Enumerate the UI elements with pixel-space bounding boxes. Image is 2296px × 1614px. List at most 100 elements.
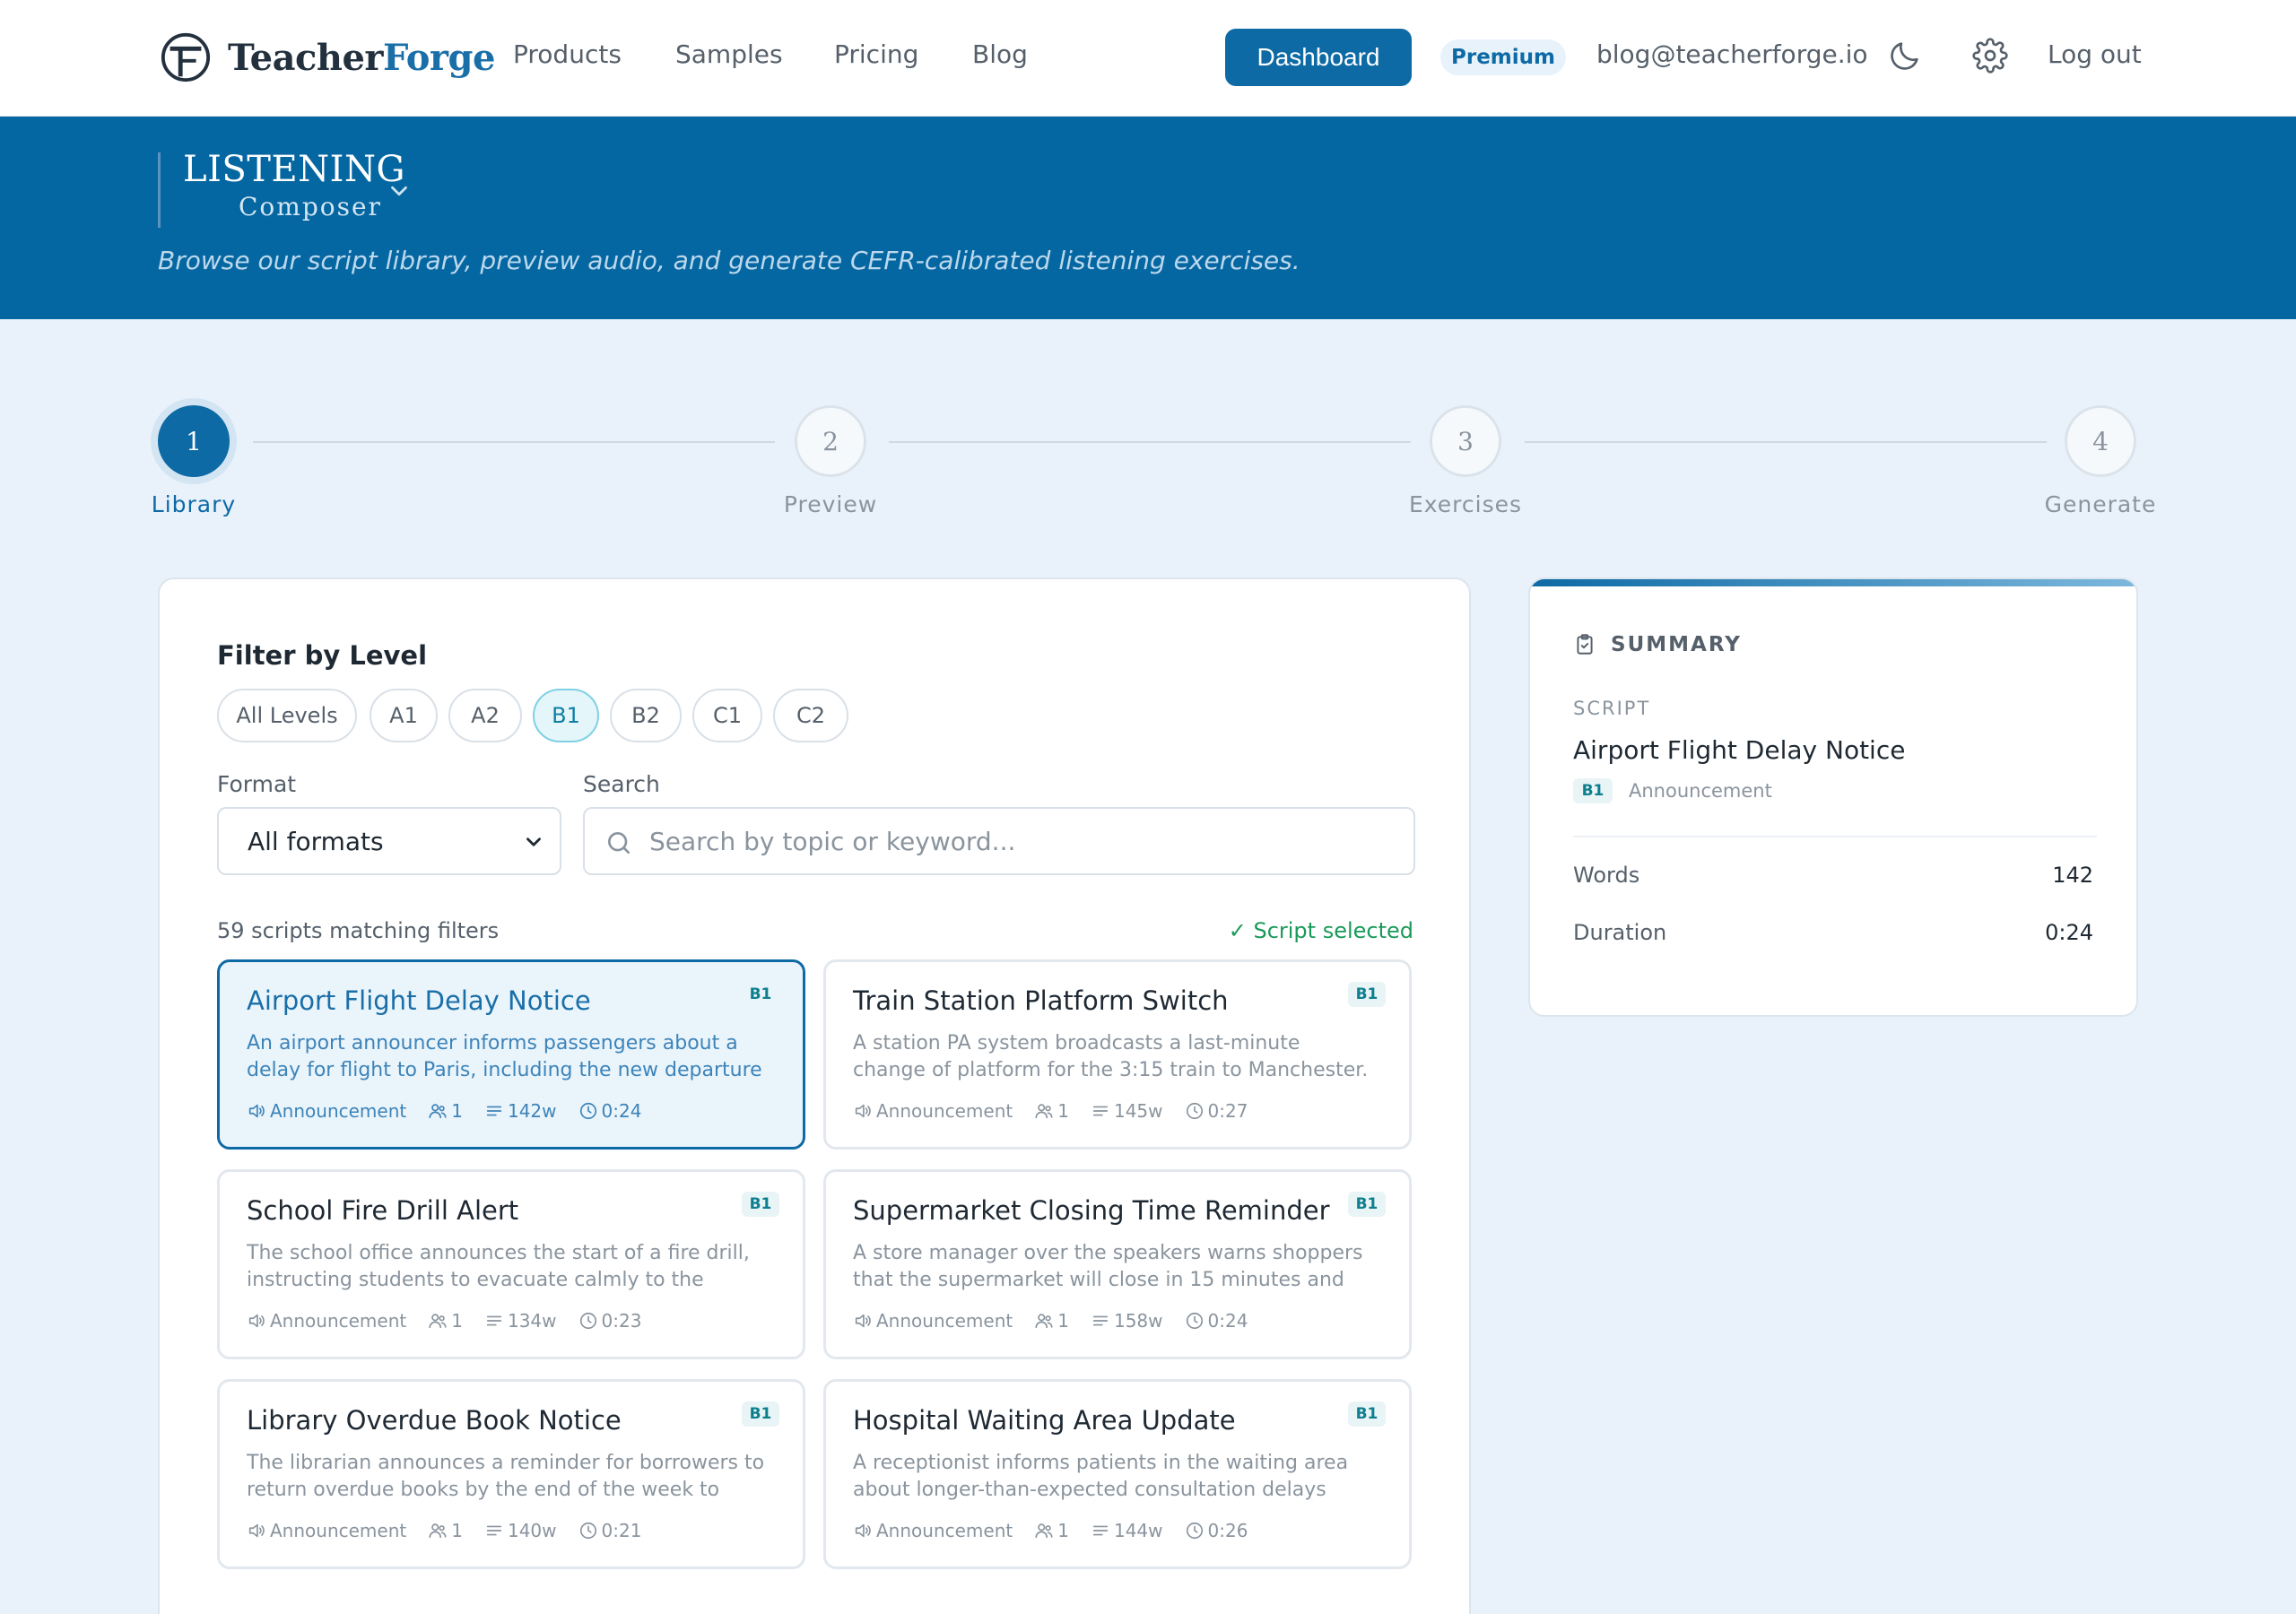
gear-icon[interactable] bbox=[1972, 38, 2008, 74]
summary-header: SUMMARY bbox=[1573, 633, 1742, 656]
step-3-label: Exercises bbox=[1408, 491, 1523, 517]
script-card-format-text: Announcement bbox=[876, 1520, 1013, 1541]
level-chip-a2[interactable]: A2 bbox=[448, 689, 522, 742]
text-lines-icon bbox=[486, 1525, 502, 1536]
step-2-circle[interactable]: 2 bbox=[795, 405, 866, 477]
clock-icon bbox=[1186, 1102, 1203, 1120]
step-1-circle[interactable]: 1 bbox=[158, 405, 230, 477]
users-icon bbox=[1035, 1104, 1053, 1119]
step-3-circle[interactable]: 3 bbox=[1430, 405, 1501, 477]
speaker-icon bbox=[855, 1104, 871, 1118]
script-card-title: Train Station Platform Switch bbox=[853, 985, 1229, 1016]
script-card[interactable]: Library Overdue Book Notice B1 The librari… bbox=[217, 1379, 805, 1569]
script-card-duration-text: 0:27 bbox=[1207, 1100, 1248, 1122]
search-icon bbox=[608, 832, 630, 854]
script-card-level-badge: B1 bbox=[1348, 982, 1386, 1007]
clock-icon bbox=[579, 1522, 596, 1540]
script-card-speakers: 1 bbox=[1034, 1520, 1069, 1541]
level-chip-b2[interactable]: B2 bbox=[610, 689, 682, 742]
level-chip-a1[interactable]: A1 bbox=[370, 689, 438, 742]
clock-icon bbox=[1186, 1312, 1203, 1330]
format-select[interactable]: All formats bbox=[217, 807, 561, 875]
search-placeholder: Search by topic or keyword... bbox=[649, 827, 1016, 856]
summary-format: Announcement bbox=[1629, 780, 1772, 802]
script-card[interactable]: Train Station Platform Switch B1 A station… bbox=[823, 959, 1412, 1150]
users-icon bbox=[429, 1104, 447, 1119]
search-input[interactable]: Search by topic or keyword... bbox=[583, 807, 1415, 875]
text-lines-icon bbox=[486, 1315, 502, 1326]
script-card[interactable]: Supermarket Closing Time Reminder B1 A sto… bbox=[823, 1169, 1412, 1359]
step-4-label: Generate bbox=[2044, 491, 2157, 517]
text-lines-icon bbox=[1092, 1106, 1109, 1116]
script-card-level-badge: B1 bbox=[749, 985, 772, 1003]
brand-logo[interactable]: TeacherForge bbox=[160, 30, 495, 84]
script-card-meta: Announcement 1 144w 0:26 bbox=[853, 1520, 1269, 1541]
summary-script-title: Airport Flight Delay Notice bbox=[1573, 735, 1906, 765]
text-lines-icon bbox=[486, 1106, 502, 1116]
checkmark-icon: ✓ bbox=[1228, 918, 1254, 943]
script-card-duration-text: 0:23 bbox=[601, 1310, 642, 1332]
script-card-format-text: Announcement bbox=[270, 1520, 407, 1541]
script-card-meta: Announcement 1 140w 0:21 bbox=[247, 1520, 663, 1541]
tool-title[interactable]: LISTENING bbox=[183, 149, 405, 190]
script-card-meta: Announcement 1 145w 0:27 bbox=[853, 1100, 1269, 1122]
script-card-speakers-text: 1 bbox=[1057, 1310, 1069, 1332]
script-card-speakers-text: 1 bbox=[451, 1100, 463, 1122]
summary-divider bbox=[1573, 836, 2097, 837]
level-chip-c1[interactable]: C1 bbox=[692, 689, 762, 742]
script-card-words-text: 134w bbox=[507, 1310, 557, 1332]
script-library-panel: Filter by Level All Levels A1 A2 B1 B2 C… bbox=[158, 577, 1471, 1614]
script-selected-label: Script selected bbox=[1253, 918, 1413, 943]
script-card-duration: 0:26 bbox=[1185, 1520, 1248, 1541]
nav-link-pricing[interactable]: Pricing bbox=[834, 39, 918, 69]
script-card[interactable]: Hospital Waiting Area Update B1 A receptio… bbox=[823, 1379, 1412, 1569]
script-card-title: Supermarket Closing Time Reminder bbox=[853, 1195, 1330, 1226]
nav-link-products[interactable]: Products bbox=[513, 39, 622, 69]
page-banner: LISTENING Composer Browse our script lib… bbox=[0, 117, 2296, 319]
script-card[interactable]: School Fire Drill Alert B1 The school offi… bbox=[217, 1169, 805, 1359]
step-4-circle[interactable]: 4 bbox=[2065, 405, 2136, 477]
step-connector bbox=[253, 441, 775, 443]
script-card-duration: 0:24 bbox=[578, 1100, 641, 1122]
script-card-title: Airport Flight Delay Notice bbox=[247, 985, 591, 1016]
page-description: Browse our script library, preview audio… bbox=[158, 246, 1300, 275]
nav-link-blog[interactable]: Blog bbox=[972, 39, 1028, 69]
script-card-format: Announcement bbox=[853, 1520, 1013, 1541]
filter-by-level-heading: Filter by Level bbox=[217, 640, 428, 671]
script-card[interactable]: Airport Flight Delay Notice B1 An airport … bbox=[217, 959, 805, 1150]
script-card-description: The school office announces the start of… bbox=[247, 1242, 750, 1291]
tool-switcher-chevron-down-icon[interactable] bbox=[386, 178, 413, 204]
results-count: 59 scripts matching filters bbox=[217, 918, 500, 943]
script-card-format: Announcement bbox=[247, 1520, 406, 1541]
level-chip-all[interactable]: All Levels bbox=[217, 689, 357, 742]
level-chip-c2[interactable]: C2 bbox=[773, 689, 848, 742]
script-card-words: 158w bbox=[1091, 1310, 1163, 1332]
speaker-icon bbox=[855, 1523, 871, 1538]
account-email[interactable]: blog@teacherforge.io bbox=[1596, 39, 1868, 69]
script-card-words-text: 158w bbox=[1113, 1310, 1163, 1332]
script-card-level-badge: B1 bbox=[742, 1192, 779, 1217]
script-card-speakers-text: 1 bbox=[1057, 1520, 1069, 1541]
script-card-format: Announcement bbox=[247, 1310, 406, 1332]
script-card-meta: Announcement 1 158w 0:24 bbox=[853, 1310, 1269, 1332]
dashboard-button[interactable]: Dashboard bbox=[1225, 29, 1412, 86]
script-card-description: The librarian announces a reminder for b… bbox=[247, 1452, 765, 1501]
logout-link[interactable]: Log out bbox=[2048, 39, 2142, 69]
level-chip-b1[interactable]: B1 bbox=[533, 689, 599, 742]
script-card-words: 140w bbox=[484, 1520, 557, 1541]
step-connector bbox=[1525, 441, 2047, 443]
script-card-format-text: Announcement bbox=[876, 1310, 1013, 1332]
summary-words-label: Words bbox=[1573, 863, 1640, 888]
script-card-level-badge: B1 bbox=[1348, 1401, 1386, 1427]
search-label: Search bbox=[583, 771, 660, 797]
nav-link-samples[interactable]: Samples bbox=[675, 39, 783, 69]
moon-icon[interactable] bbox=[1887, 38, 1923, 74]
script-card-words-text: 145w bbox=[1113, 1100, 1163, 1122]
script-card-format: Announcement bbox=[247, 1100, 406, 1122]
summary-accent-bar bbox=[1530, 579, 2136, 586]
speaker-icon bbox=[855, 1314, 871, 1328]
script-card-duration-text: 0:26 bbox=[1207, 1520, 1248, 1541]
script-card-title: School Fire Drill Alert bbox=[247, 1195, 519, 1226]
summary-heading: SUMMARY bbox=[1611, 633, 1742, 656]
script-card-description: An airport announcer informs passengers … bbox=[247, 1032, 762, 1081]
